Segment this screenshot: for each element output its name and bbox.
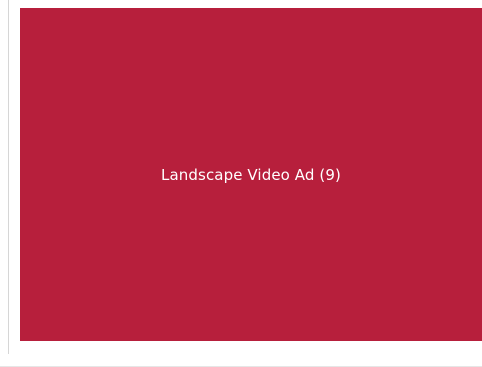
- page: Landscape Video Ad (9): [0, 0, 482, 367]
- landscape-video-ad[interactable]: Landscape Video Ad (9): [20, 8, 482, 341]
- left-divider: [8, 0, 9, 354]
- ad-label: Landscape Video Ad (9): [161, 165, 341, 184]
